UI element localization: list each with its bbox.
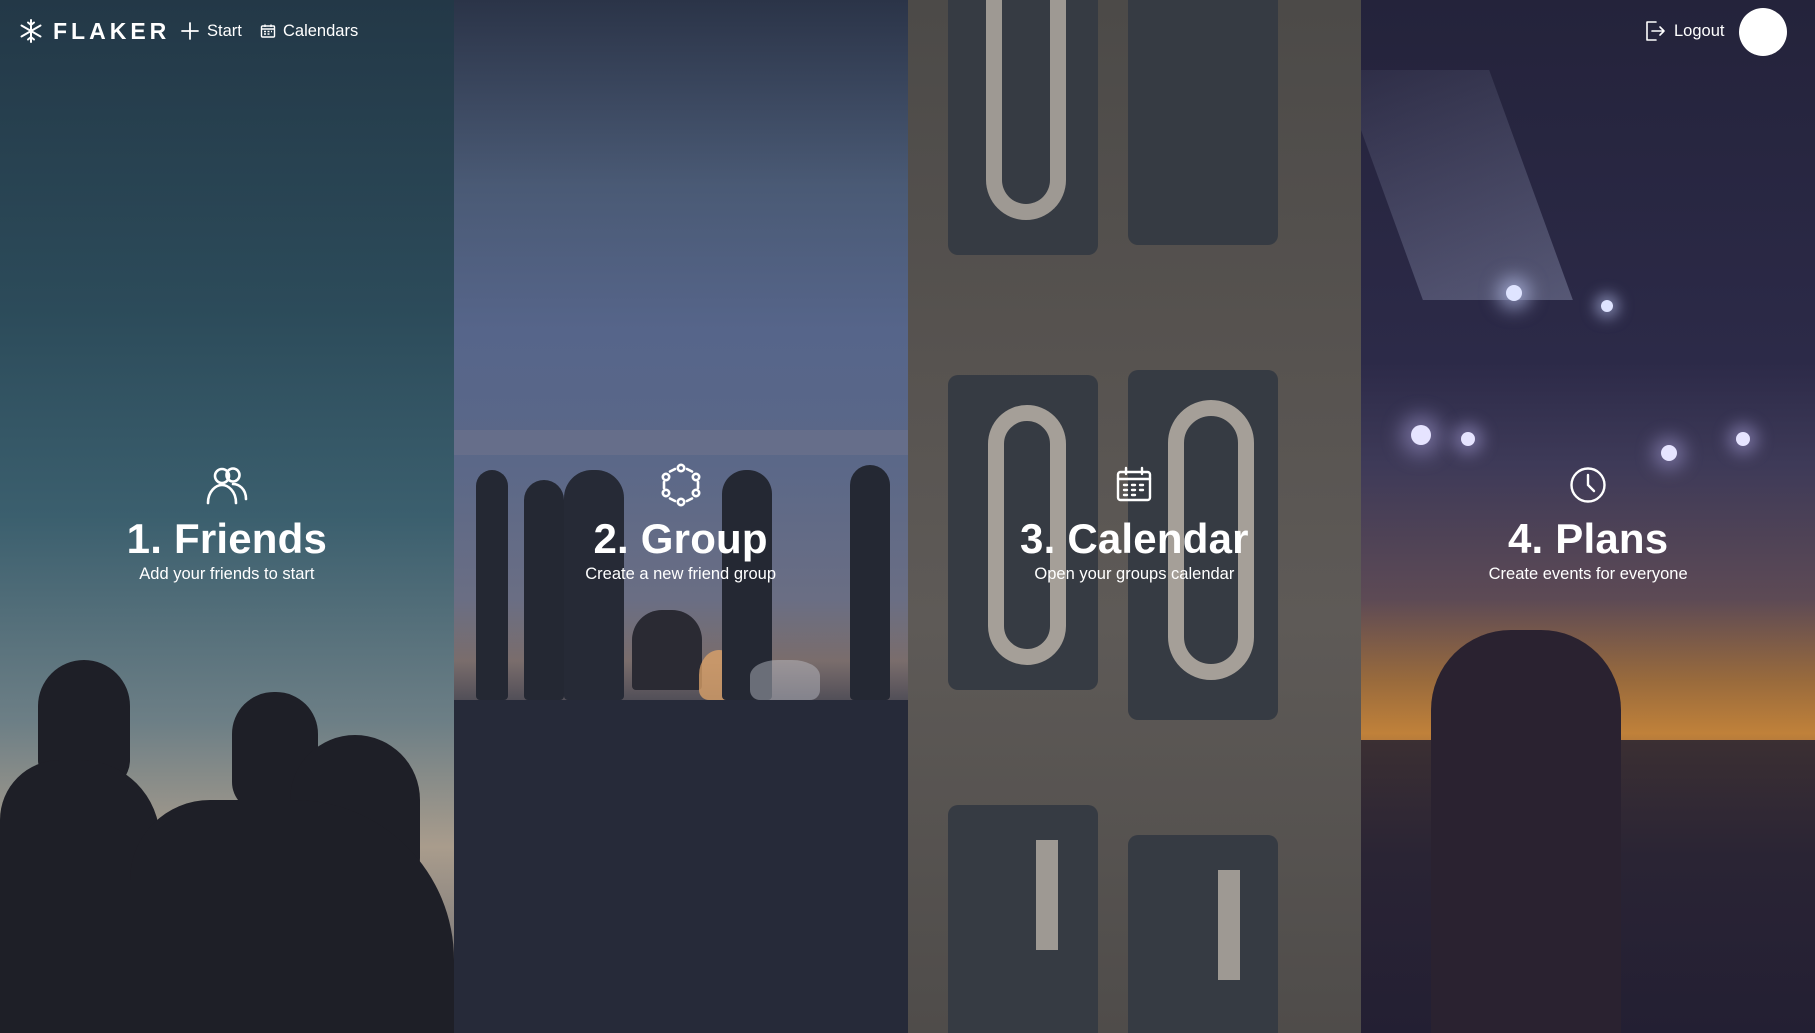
step-content-plans: 4. Plans Create events for everyone [1361, 462, 1815, 584]
step-panel-calendar[interactable]: 3. Calendar Open your groups calendar [907, 0, 1362, 1033]
step-subtitle: Create a new friend group [585, 565, 777, 583]
nav-calendars-link[interactable]: Calendars [260, 18, 358, 44]
step-title: 1. Friends [126, 515, 328, 562]
group-circle-icon [661, 463, 701, 507]
nav-calendars-label: Calendars [283, 22, 359, 40]
step-content-calendar: 3. Calendar Open your groups calendar [908, 462, 1362, 584]
step-title: 2. Group [593, 515, 768, 562]
app-logo[interactable]: FLAKER [18, 17, 170, 45]
logout-button[interactable]: Logout [1644, 18, 1724, 44]
logo-text: FLAKER [53, 18, 171, 44]
step-subtitle: Add your friends to start [139, 565, 315, 583]
step-content-friends: 1. Friends Add your friends to start [0, 462, 454, 584]
step-panel-friends[interactable]: 1. Friends Add your friends to start [0, 0, 454, 1033]
logout-label: Logout [1674, 22, 1725, 40]
step-subtitle: Open your groups calendar [1034, 565, 1235, 583]
step-subtitle: Create events for everyone [1488, 565, 1688, 583]
step-title: 3. Calendar [1020, 515, 1249, 562]
nav-start-label: Start [207, 22, 242, 40]
user-avatar[interactable] [1739, 8, 1787, 56]
users-icon [206, 467, 248, 505]
calendar-small-icon [260, 24, 276, 38]
step-panel-plans[interactable]: 4. Plans Create events for everyone [1361, 0, 1815, 1033]
step-panel-group[interactable]: 2. Group Create a new friend group [453, 0, 908, 1033]
step-title: 4. Plans [1507, 515, 1669, 562]
plus-icon [181, 22, 199, 40]
logout-icon [1646, 21, 1665, 41]
snowflake-icon [20, 19, 42, 43]
step-content-group: 2. Group Create a new friend group [454, 462, 908, 584]
steps-panels: 1. Friends Add your friends to start 2. … [0, 0, 1815, 1033]
top-navigation-bar: FLAKER Start Calendars Logout [0, 0, 1815, 62]
clock-icon [1570, 467, 1606, 503]
nav-start-link[interactable]: Start [180, 18, 242, 44]
calendar-icon [1117, 466, 1152, 502]
